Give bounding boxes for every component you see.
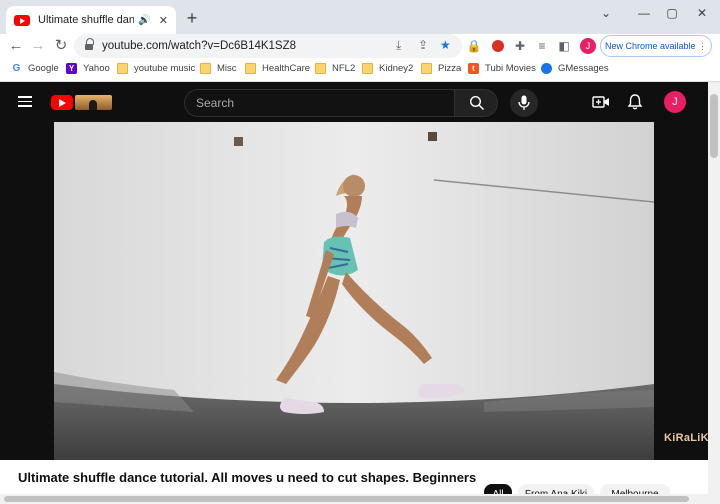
horizontal-scrollbar[interactable] [0, 494, 708, 504]
new-chrome-available-button[interactable]: New Chrome available ⋮ [600, 35, 712, 57]
lock-icon[interactable] [85, 37, 94, 51]
new-tab-button[interactable]: + [182, 8, 202, 29]
youtube-masthead: Search J [0, 82, 708, 122]
google-icon: G [12, 63, 21, 74]
search-input[interactable]: Search [184, 89, 454, 117]
bookmarks-bar: G Google Y Yahoo youtube music Misc Health… [0, 58, 720, 82]
folder-icon [315, 63, 326, 74]
create-video-icon[interactable] [592, 93, 610, 111]
search-icon [469, 95, 485, 111]
tubi-icon: t [468, 63, 479, 74]
youtube-page: Search J KiRaLiK [0, 82, 709, 504]
close-tab-icon[interactable]: ✕ [159, 14, 168, 27]
notifications-bell-icon[interactable] [626, 93, 644, 111]
bookmark-gmessages[interactable]: GMessages [541, 63, 609, 74]
share-icon[interactable]: ⇪ [418, 38, 428, 52]
youtube-favicon-icon [14, 14, 30, 26]
bookmark-label: youtube music [134, 63, 196, 74]
bookmark-label: Kidney2 [379, 63, 414, 74]
search-placeholder: Search [196, 96, 235, 110]
video-title: Ultimate shuffle dance tutorial. All mov… [18, 470, 477, 485]
video-watermark: KiRaLiK [664, 432, 709, 444]
bookmark-label: Pizza [438, 63, 462, 74]
browser-tab[interactable]: Ultimate shuffle dance tutorial 🔊 ✕ [6, 6, 176, 34]
menu-icon[interactable] [18, 96, 32, 107]
bookmark-label: Misc [217, 63, 237, 74]
search-button[interactable] [454, 89, 498, 117]
youtube-doodle-image[interactable] [75, 95, 112, 110]
tab-search-icon[interactable]: ⌄ [596, 6, 616, 20]
youtube-logo[interactable] [51, 95, 73, 110]
bookmark-kidney2[interactable]: Kidney2 [362, 63, 413, 74]
horizontal-scrollbar-thumb[interactable] [4, 496, 689, 502]
menu-dots-icon[interactable]: ⋮ [698, 41, 707, 51]
video-frame [54, 122, 654, 460]
bookmark-youtube-music[interactable]: youtube music [117, 63, 195, 74]
address-bar[interactable]: youtube.com/watch?v=Dc6B14K1SZ8 ⤓ ⇪ ★ [74, 34, 462, 58]
bookmark-label: HealthCare [262, 63, 311, 74]
bookmark-healthcare[interactable]: HealthCare [245, 63, 310, 74]
microphone-icon [518, 95, 530, 110]
forward-icon[interactable]: → [28, 36, 48, 56]
bookmark-tubi-movies[interactable]: t Tubi Movies [468, 63, 536, 74]
tab-strip: Ultimate shuffle dance tutorial 🔊 ✕ + ⌄ … [0, 0, 720, 34]
bookmark-nfl2[interactable]: NFL2 [315, 63, 355, 74]
url-text[interactable]: youtube.com/watch?v=Dc6B14K1SZ8 [102, 40, 296, 52]
voice-search-button[interactable] [510, 89, 538, 117]
vertical-scrollbar-thumb[interactable] [710, 94, 718, 158]
back-icon[interactable]: ← [6, 36, 26, 56]
bookmark-label: Tubi Movies [485, 63, 536, 74]
profile-avatar[interactable]: J [580, 38, 596, 54]
extensions-puzzle-icon[interactable]: ✚ [512, 38, 528, 54]
tab-title: Ultimate shuffle dance tutorial [38, 14, 135, 26]
folder-icon [245, 63, 256, 74]
bookmark-label: Google [28, 63, 59, 74]
folder-icon [117, 63, 128, 74]
bookmark-label: GMessages [558, 63, 609, 74]
maximize-button[interactable]: ▢ [662, 6, 682, 20]
messages-icon [541, 63, 552, 74]
vertical-scrollbar[interactable] [708, 82, 720, 504]
side-panel-icon[interactable]: ◧ [556, 38, 572, 54]
bookmark-label: Yahoo [83, 63, 110, 74]
folder-icon [421, 63, 432, 74]
bookmark-pizza[interactable]: Pizza [421, 63, 461, 74]
adblock-extension-icon[interactable] [490, 38, 506, 54]
close-window-button[interactable]: ✕ [692, 6, 712, 20]
media-controls-icon[interactable]: ≡ [534, 38, 550, 54]
speaker-icon[interactable]: 🔊 [138, 15, 150, 26]
folder-icon [200, 63, 211, 74]
bookmark-misc[interactable]: Misc [200, 63, 237, 74]
password-lock-icon[interactable]: 🔒 [466, 38, 482, 54]
bookmark-star-icon[interactable]: ★ [440, 38, 451, 52]
minimize-button[interactable]: — [634, 6, 654, 20]
bookmark-label: NFL2 [332, 63, 356, 74]
bookmark-google[interactable]: G Google [11, 63, 59, 74]
yahoo-icon: Y [66, 63, 77, 74]
video-player[interactable] [54, 122, 654, 460]
folder-icon [362, 63, 373, 74]
reload-icon[interactable]: ↻ [51, 36, 71, 56]
bookmark-yahoo[interactable]: Y Yahoo [66, 63, 110, 74]
account-avatar[interactable]: J [664, 91, 686, 113]
new-chrome-label: New Chrome available [604, 41, 696, 51]
browser-toolbar: ← → ↻ youtube.com/watch?v=Dc6B14K1SZ8 ⤓ … [0, 34, 720, 58]
install-app-icon[interactable]: ⤓ [396, 38, 401, 53]
